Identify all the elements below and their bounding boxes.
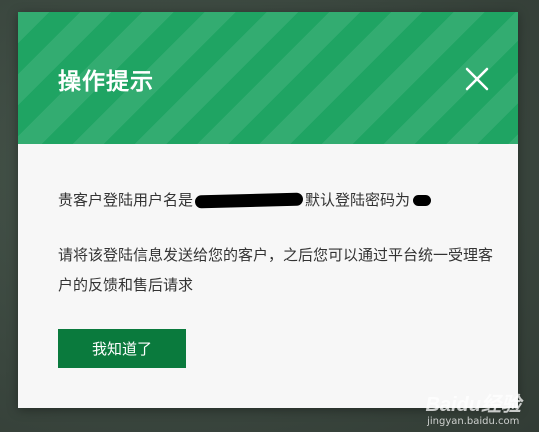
acknowledge-button[interactable]: 我知道了	[58, 329, 186, 368]
dialog-body: 贵客户登陆用户名是 默认登陆密码为 请将该登陆信息发送给您的客户，之后您可以通过平…	[58, 188, 498, 294]
redacted-password	[413, 195, 432, 206]
credentials-line: 贵客户登陆用户名是 默认登陆密码为	[58, 188, 498, 212]
password-label: 默认登陆密码为	[305, 191, 411, 209]
username-label: 贵客户登陆用户名是	[58, 191, 194, 209]
instruction-text: 请将该登陆信息发送给您的客户，之后您可以通过平台统一受理客户的反馈和售后请求	[58, 246, 494, 294]
watermark: Baidu经验 jingyan.baidu.com	[425, 394, 521, 428]
dialog-header: 操作提示	[18, 12, 518, 144]
close-icon	[465, 67, 489, 91]
close-button[interactable]	[462, 64, 492, 94]
redacted-username	[194, 192, 304, 209]
watermark-logo: Baidu经验	[425, 394, 521, 416]
watermark-site: jingyan.baidu.com	[427, 416, 520, 427]
dialog-title: 操作提示	[58, 69, 154, 95]
prompt-dialog: 操作提示 贵客户登陆用户名是 默认登陆密码为 请将该登陆信息发送给您的客户，之后您…	[18, 12, 518, 408]
